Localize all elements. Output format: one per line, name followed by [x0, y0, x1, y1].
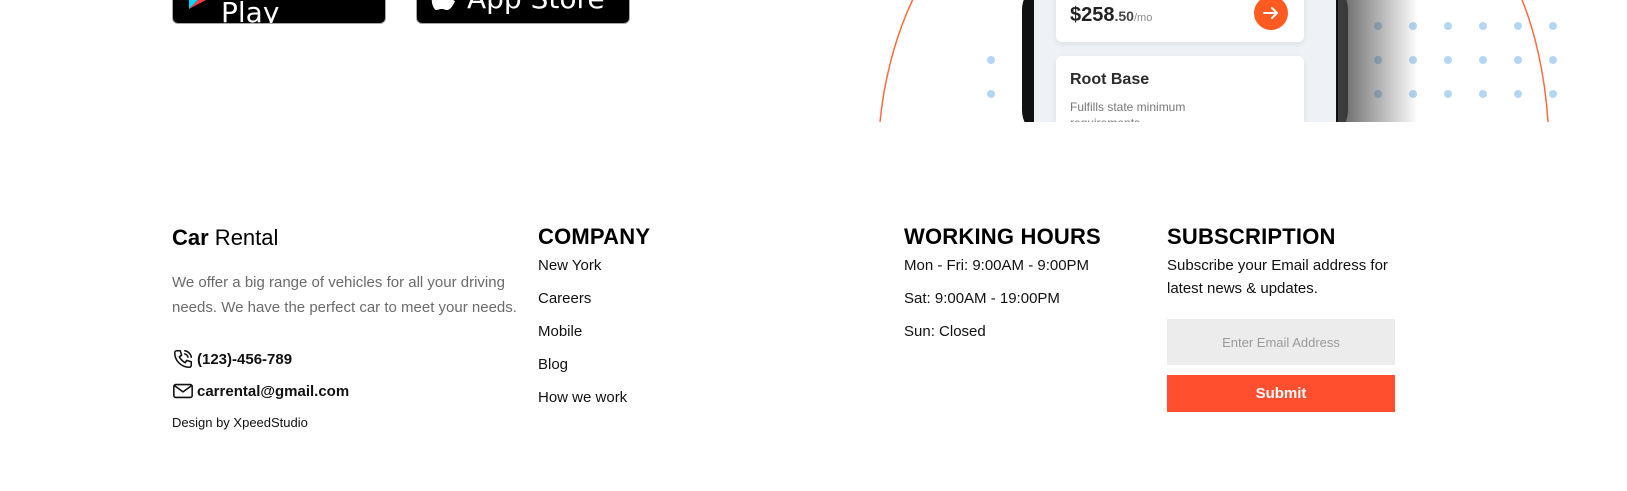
price-card: $258.50/mo	[1056, 0, 1304, 42]
working-hours-list: Mon - Fri: 9:00AM - 9:00PM Sat: 9:00AM -…	[904, 256, 1089, 355]
mail-icon	[173, 383, 193, 399]
design-credit: Design by XpeedStudio	[172, 415, 308, 430]
decorative-dot	[1479, 90, 1487, 98]
decorative-dot	[1479, 22, 1487, 30]
google-play-icon	[187, 0, 211, 15]
hours-saturday: Sat: 9:00AM - 19:00PM	[904, 290, 1060, 307]
company-links: New York Careers Mobile Blog How we work	[538, 256, 627, 421]
brand-light: Rental	[208, 225, 279, 250]
company-link-blog[interactable]: Blog	[538, 356, 568, 373]
app-store-label: App Store	[467, 0, 605, 13]
phone-screen: $258.50/mo Root Base Fulfills state mini…	[1034, 0, 1336, 176]
footer-brand: Car Rental	[172, 225, 278, 251]
decorative-dot	[1514, 90, 1522, 98]
email-address: carrental@gmail.com	[197, 382, 350, 400]
phone-icon	[173, 349, 193, 369]
subscription-heading: SUBSCRIPTION	[1167, 224, 1336, 249]
phone-contact[interactable]: (123)-456-789	[172, 348, 292, 370]
apple-icon	[431, 0, 457, 17]
app-store-badge[interactable]: App Store	[416, 0, 630, 24]
email-contact[interactable]: carrental@gmail.com	[172, 381, 349, 401]
plan-title: Root Base	[1070, 71, 1150, 88]
company-link-careers[interactable]: Careers	[538, 290, 591, 307]
arrow-right-icon	[1263, 7, 1278, 19]
price-value: $258.50/mo	[1070, 4, 1153, 26]
footer-about: We offer a big range of vehicles for all…	[172, 274, 517, 316]
submit-button[interactable]: Submit	[1167, 375, 1395, 412]
subscription-description: Subscribe your Email address for latest …	[1167, 257, 1388, 297]
google-play-badge[interactable]: Google Play	[172, 0, 386, 24]
decorative-dot	[987, 56, 995, 64]
decorative-dot	[1549, 56, 1557, 64]
brand-strong: Car	[172, 225, 209, 250]
phone-number: (123)-456-789	[197, 350, 293, 368]
hours-weekday: Mon - Fri: 9:00AM - 9:00PM	[904, 257, 1090, 274]
company-link-new-york[interactable]: New York	[538, 257, 601, 274]
company-heading: COMPANY	[538, 224, 651, 249]
hours-sunday: Sun: Closed	[904, 323, 986, 340]
google-play-label: Google Play	[221, 0, 280, 24]
decorative-dot	[1514, 22, 1522, 30]
decorative-dot	[1444, 90, 1452, 98]
company-link-how-we-work[interactable]: How we work	[538, 389, 627, 406]
decorative-dot	[1549, 90, 1557, 98]
email-input[interactable]	[1167, 319, 1395, 365]
working-hours-heading: WORKING HOURS	[904, 224, 1101, 249]
decorative-dot	[987, 90, 995, 98]
phone-shadow	[1338, 0, 1418, 122]
price-arrow-button[interactable]	[1254, 0, 1288, 30]
decorative-dot	[1479, 56, 1487, 64]
decorative-dot	[1549, 22, 1557, 30]
phone-mockup: $258.50/mo Root Base Fulfills state mini…	[1022, 0, 1348, 176]
decorative-dot	[1444, 56, 1452, 64]
company-link-mobile[interactable]: Mobile	[538, 323, 582, 340]
decorative-dot	[1444, 22, 1452, 30]
decorative-dot	[1514, 56, 1522, 64]
